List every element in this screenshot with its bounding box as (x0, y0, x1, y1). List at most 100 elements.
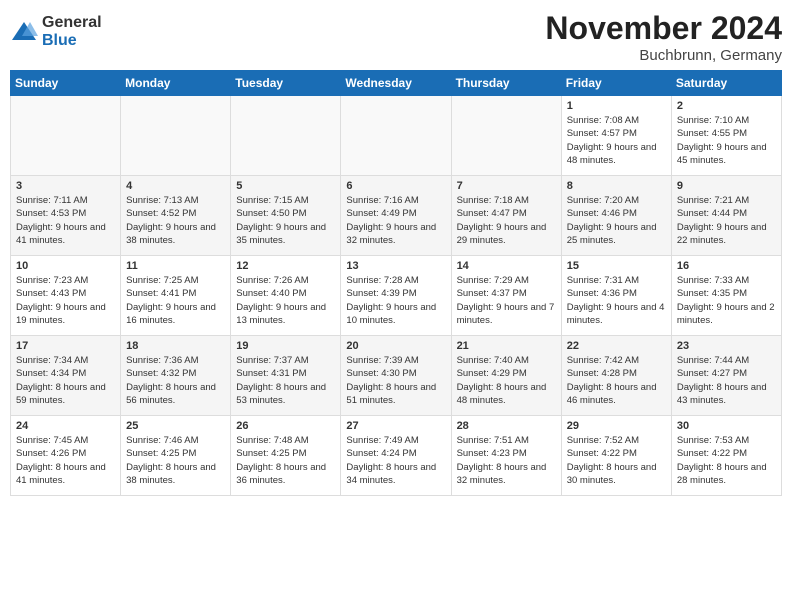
calendar-cell: 22 Sunrise: 7:42 AM Sunset: 4:28 PM Dayli… (561, 336, 671, 416)
day-number: 16 (677, 260, 776, 272)
day-info: Sunrise: 7:33 AM Sunset: 4:35 PM Dayligh… (677, 274, 776, 327)
day-info: Sunrise: 7:08 AM Sunset: 4:57 PM Dayligh… (567, 114, 666, 167)
day-info: Sunrise: 7:34 AM Sunset: 4:34 PM Dayligh… (16, 354, 115, 407)
day-info: Sunrise: 7:40 AM Sunset: 4:29 PM Dayligh… (457, 354, 556, 407)
day-info: Sunrise: 7:36 AM Sunset: 4:32 PM Dayligh… (126, 354, 225, 407)
calendar-cell: 30 Sunrise: 7:53 AM Sunset: 4:22 PM Dayli… (671, 416, 781, 496)
logo-blue-text: Blue (42, 32, 102, 50)
calendar-cell: 29 Sunrise: 7:52 AM Sunset: 4:22 PM Dayli… (561, 416, 671, 496)
header-thursday: Thursday (451, 71, 561, 96)
calendar-cell: 10 Sunrise: 7:23 AM Sunset: 4:43 PM Dayli… (11, 256, 121, 336)
day-number: 30 (677, 420, 776, 432)
calendar-cell: 13Sunrise: 7:28 AM Sunset: 4:39 PM Dayli… (341, 256, 451, 336)
day-number: 27 (346, 420, 445, 432)
day-number: 5 (236, 180, 335, 192)
day-number: 3 (16, 180, 115, 192)
day-info: Sunrise: 7:16 AM Sunset: 4:49 PM Dayligh… (346, 194, 445, 247)
title-block: November 2024 Buchbrunn, Germany (545, 10, 782, 64)
calendar-cell: 25 Sunrise: 7:46 AM Sunset: 4:25 PM Dayli… (121, 416, 231, 496)
day-number: 21 (457, 340, 556, 352)
day-number: 8 (567, 180, 666, 192)
day-number: 1 (567, 100, 666, 112)
calendar-cell: 4Sunrise: 7:13 AM Sunset: 4:52 PM Daylig… (121, 176, 231, 256)
month-title: November 2024 (545, 10, 782, 47)
day-info: Sunrise: 7:31 AM Sunset: 4:36 PM Dayligh… (567, 274, 666, 327)
day-number: 18 (126, 340, 225, 352)
location: Buchbrunn, Germany (545, 47, 782, 64)
day-info: Sunrise: 7:29 AM Sunset: 4:37 PM Dayligh… (457, 274, 556, 327)
day-number: 9 (677, 180, 776, 192)
day-info: Sunrise: 7:52 AM Sunset: 4:22 PM Dayligh… (567, 434, 666, 487)
calendar-body: 1 Sunrise: 7:08 AM Sunset: 4:57 PM Daylig… (11, 96, 782, 496)
day-info: Sunrise: 7:21 AM Sunset: 4:44 PM Dayligh… (677, 194, 776, 247)
day-info: Sunrise: 7:37 AM Sunset: 4:31 PM Dayligh… (236, 354, 335, 407)
day-info: Sunrise: 7:15 AM Sunset: 4:50 PM Dayligh… (236, 194, 335, 247)
day-info: Sunrise: 7:23 AM Sunset: 4:43 PM Dayligh… (16, 274, 115, 327)
day-info: Sunrise: 7:42 AM Sunset: 4:28 PM Dayligh… (567, 354, 666, 407)
calendar-cell: 11 Sunrise: 7:25 AM Sunset: 4:41 PM Dayli… (121, 256, 231, 336)
calendar-cell: 6 Sunrise: 7:16 AM Sunset: 4:49 PM Daylig… (341, 176, 451, 256)
week-row-0: 1 Sunrise: 7:08 AM Sunset: 4:57 PM Daylig… (11, 96, 782, 176)
calendar-cell: 23 Sunrise: 7:44 AM Sunset: 4:27 PM Dayli… (671, 336, 781, 416)
day-number: 6 (346, 180, 445, 192)
week-row-3: 17 Sunrise: 7:34 AM Sunset: 4:34 PM Dayli… (11, 336, 782, 416)
day-number: 23 (677, 340, 776, 352)
day-info: Sunrise: 7:20 AM Sunset: 4:46 PM Dayligh… (567, 194, 666, 247)
calendar-header: SundayMondayTuesdayWednesdayThursdayFrid… (11, 71, 782, 96)
calendar-cell: 28 Sunrise: 7:51 AM Sunset: 4:23 PM Dayli… (451, 416, 561, 496)
day-info: Sunrise: 7:26 AM Sunset: 4:40 PM Dayligh… (236, 274, 335, 327)
header-tuesday: Tuesday (231, 71, 341, 96)
calendar-cell: 26 Sunrise: 7:48 AM Sunset: 4:25 PM Dayli… (231, 416, 341, 496)
calendar-cell: 17 Sunrise: 7:34 AM Sunset: 4:34 PM Dayli… (11, 336, 121, 416)
calendar-cell: 16 Sunrise: 7:33 AM Sunset: 4:35 PM Dayli… (671, 256, 781, 336)
day-number: 11 (126, 260, 225, 272)
page-header: General Blue November 2024 Buchbrunn, Ge… (10, 10, 782, 64)
day-info: Sunrise: 7:10 AM Sunset: 4:55 PM Dayligh… (677, 114, 776, 167)
day-number: 29 (567, 420, 666, 432)
calendar-cell: 12 Sunrise: 7:26 AM Sunset: 4:40 PM Dayli… (231, 256, 341, 336)
day-number: 14 (457, 260, 556, 272)
day-number: 13 (346, 260, 445, 272)
day-number: 25 (126, 420, 225, 432)
day-info: Sunrise: 7:46 AM Sunset: 4:25 PM Dayligh… (126, 434, 225, 487)
week-row-2: 10 Sunrise: 7:23 AM Sunset: 4:43 PM Dayli… (11, 256, 782, 336)
day-number: 12 (236, 260, 335, 272)
day-info: Sunrise: 7:48 AM Sunset: 4:25 PM Dayligh… (236, 434, 335, 487)
day-info: Sunrise: 7:39 AM Sunset: 4:30 PM Dayligh… (346, 354, 445, 407)
calendar-cell: 14 Sunrise: 7:29 AM Sunset: 4:37 PM Dayli… (451, 256, 561, 336)
day-info: Sunrise: 7:53 AM Sunset: 4:22 PM Dayligh… (677, 434, 776, 487)
header-wednesday: Wednesday (341, 71, 451, 96)
day-info: Sunrise: 7:49 AM Sunset: 4:24 PM Dayligh… (346, 434, 445, 487)
calendar-cell: 9 Sunrise: 7:21 AM Sunset: 4:44 PM Daylig… (671, 176, 781, 256)
logo-icon (10, 18, 38, 46)
calendar-cell: 15 Sunrise: 7:31 AM Sunset: 4:36 PM Dayli… (561, 256, 671, 336)
day-number: 7 (457, 180, 556, 192)
calendar-cell: 5 Sunrise: 7:15 AM Sunset: 4:50 PM Daylig… (231, 176, 341, 256)
logo-general-text: General (42, 14, 102, 32)
day-number: 28 (457, 420, 556, 432)
day-number: 24 (16, 420, 115, 432)
day-number: 15 (567, 260, 666, 272)
day-number: 10 (16, 260, 115, 272)
day-number: 2 (677, 100, 776, 112)
day-number: 17 (16, 340, 115, 352)
day-info: Sunrise: 7:44 AM Sunset: 4:27 PM Dayligh… (677, 354, 776, 407)
day-number: 26 (236, 420, 335, 432)
header-saturday: Saturday (671, 71, 781, 96)
calendar-cell: 1 Sunrise: 7:08 AM Sunset: 4:57 PM Daylig… (561, 96, 671, 176)
calendar-cell: 21 Sunrise: 7:40 AM Sunset: 4:29 PM Dayli… (451, 336, 561, 416)
calendar-cell: 27 Sunrise: 7:49 AM Sunset: 4:24 PM Dayli… (341, 416, 451, 496)
header-monday: Monday (121, 71, 231, 96)
day-info: Sunrise: 7:25 AM Sunset: 4:41 PM Dayligh… (126, 274, 225, 327)
calendar-cell: 3Sunrise: 7:11 AM Sunset: 4:53 PM Daylig… (11, 176, 121, 256)
calendar-cell: 20 Sunrise: 7:39 AM Sunset: 4:30 PM Dayli… (341, 336, 451, 416)
header-row: SundayMondayTuesdayWednesdayThursdayFrid… (11, 71, 782, 96)
calendar-cell: 19 Sunrise: 7:37 AM Sunset: 4:31 PM Dayli… (231, 336, 341, 416)
day-number: 20 (346, 340, 445, 352)
calendar-table: SundayMondayTuesdayWednesdayThursdayFrid… (10, 70, 782, 496)
day-info: Sunrise: 7:13 AM Sunset: 4:52 PM Dayligh… (126, 194, 225, 247)
header-sunday: Sunday (11, 71, 121, 96)
day-number: 19 (236, 340, 335, 352)
day-info: Sunrise: 7:51 AM Sunset: 4:23 PM Dayligh… (457, 434, 556, 487)
day-number: 22 (567, 340, 666, 352)
